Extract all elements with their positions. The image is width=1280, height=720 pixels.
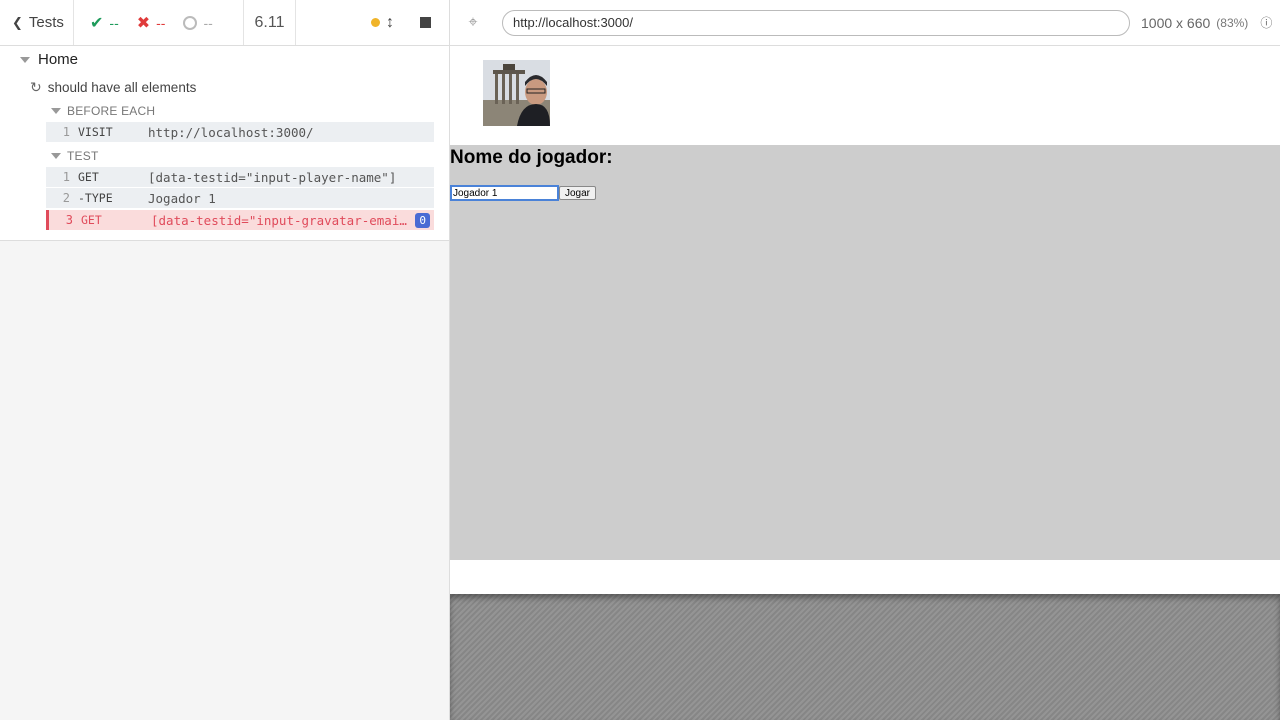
x-icon: ✖ (136, 14, 151, 32)
app-main-section: Nome do jogador: Jogador 1 Jogar (450, 145, 1280, 560)
command-number: 3 (65, 213, 73, 227)
running-spinner-icon: ↻ (30, 79, 42, 95)
collapse-caret-icon (51, 108, 61, 114)
hook-before-each[interactable]: BEFORE EACH (51, 104, 155, 118)
tests-button[interactable]: ❮ Tests (0, 0, 74, 45)
auto-scroll-toggle[interactable]: ↕ (371, 14, 394, 32)
failed-stat: ✖ -- (137, 13, 166, 33)
suite-title: Home (38, 51, 79, 68)
failed-count: -- (156, 14, 166, 31)
gravatar-image (483, 60, 550, 126)
viewport-empty-area (450, 594, 1280, 720)
player-name-value: Jogador 1 (453, 187, 498, 199)
viewport-scale: (83%) (1216, 15, 1249, 30)
pending-circle-icon (183, 15, 198, 30)
hook-label: TEST (67, 149, 99, 163)
command-message: [data-testid="input-gravatar-email"] (151, 212, 412, 228)
command-row-failed[interactable]: 3 GET [data-testid="input-gravatar-email… (46, 210, 434, 230)
hook-label: BEFORE EACH (67, 104, 156, 118)
pending-stat: -- (183, 14, 213, 31)
command-number: 2 (62, 191, 70, 205)
running-indicator-icon (371, 18, 380, 27)
command-name: GET (78, 170, 99, 184)
element-count-badge: 0 (415, 212, 430, 228)
command-name: VISIT (78, 125, 113, 139)
collapse-caret-icon (51, 153, 61, 159)
url-bar[interactable]: http://localhost:3000/ (502, 9, 1130, 36)
test-title: should have all elements (47, 80, 197, 95)
suite-home[interactable]: Home (20, 51, 78, 68)
hook-test[interactable]: TEST (51, 149, 98, 163)
app-header (450, 46, 1280, 145)
collapse-caret-icon (20, 56, 30, 63)
reporter-panel: ❮ Tests ✔ -- ✖ -- -- 6.11 ↕ Home ↻ shoul… (0, 0, 450, 720)
passed-count: -- (109, 14, 119, 31)
pending-count: -- (203, 14, 213, 31)
command-message: [data-testid="input-player-name"] (148, 169, 397, 185)
avatar-photo (483, 60, 550, 126)
command-row[interactable]: 2 -TYPE Jogador 1 (46, 188, 434, 208)
aut-panel: ⌖ http://localhost:3000/ 1000 x 660 (83%… (450, 0, 1280, 720)
command-row[interactable]: 1 VISIT http://localhost:3000/ (46, 122, 434, 142)
command-number: 1 (62, 125, 70, 139)
check-icon: ✔ (90, 14, 104, 32)
crosshair-icon: ⌖ (468, 13, 478, 31)
app-footer-area (450, 560, 1280, 594)
selector-playground-button[interactable]: ⌖ (450, 0, 496, 46)
command-row[interactable]: 1 GET [data-testid="input-player-name"] (46, 167, 434, 187)
vertical-resize-icon: ↕ (386, 13, 394, 31)
play-button[interactable]: Jogar (559, 186, 596, 200)
command-name: -TYPE (78, 191, 113, 205)
player-name-heading: Nome do jogador: (450, 147, 613, 168)
player-name-input[interactable]: Jogador 1 (450, 185, 559, 201)
app-iframe: Nome do jogador: Jogador 1 Jogar (450, 46, 1280, 594)
reporter-toolbar: ❮ Tests ✔ -- ✖ -- -- 6.11 ↕ (0, 0, 449, 46)
command-number: 1 (62, 170, 70, 184)
command-message: Jogador 1 (148, 190, 216, 206)
run-controls: ↕ (296, 0, 449, 45)
command-name: GET (81, 213, 102, 227)
runnable-list: Home ↻ should have all elements BEFORE E… (0, 46, 449, 241)
aut-header: ⌖ http://localhost:3000/ 1000 x 660 (83%… (450, 0, 1280, 46)
stop-icon[interactable] (420, 17, 431, 28)
passed-stat: ✔ -- (90, 13, 119, 33)
duration: 6.11 (244, 0, 296, 45)
viewport-size: 1000 x 660 (1141, 14, 1211, 31)
command-message: http://localhost:3000/ (148, 124, 314, 140)
chevron-left-icon: ❮ (12, 14, 23, 30)
info-icon[interactable]: ⓘ (1260, 14, 1272, 31)
viewport-info: 1000 x 660 (83%) ⓘ (1141, 14, 1272, 31)
test-should-have-all-elements[interactable]: ↻ should have all elements (30, 79, 196, 96)
url-text: http://localhost:3000/ (513, 15, 633, 30)
test-stats: ✔ -- ✖ -- -- (74, 0, 244, 45)
tests-label: Tests (28, 14, 64, 31)
